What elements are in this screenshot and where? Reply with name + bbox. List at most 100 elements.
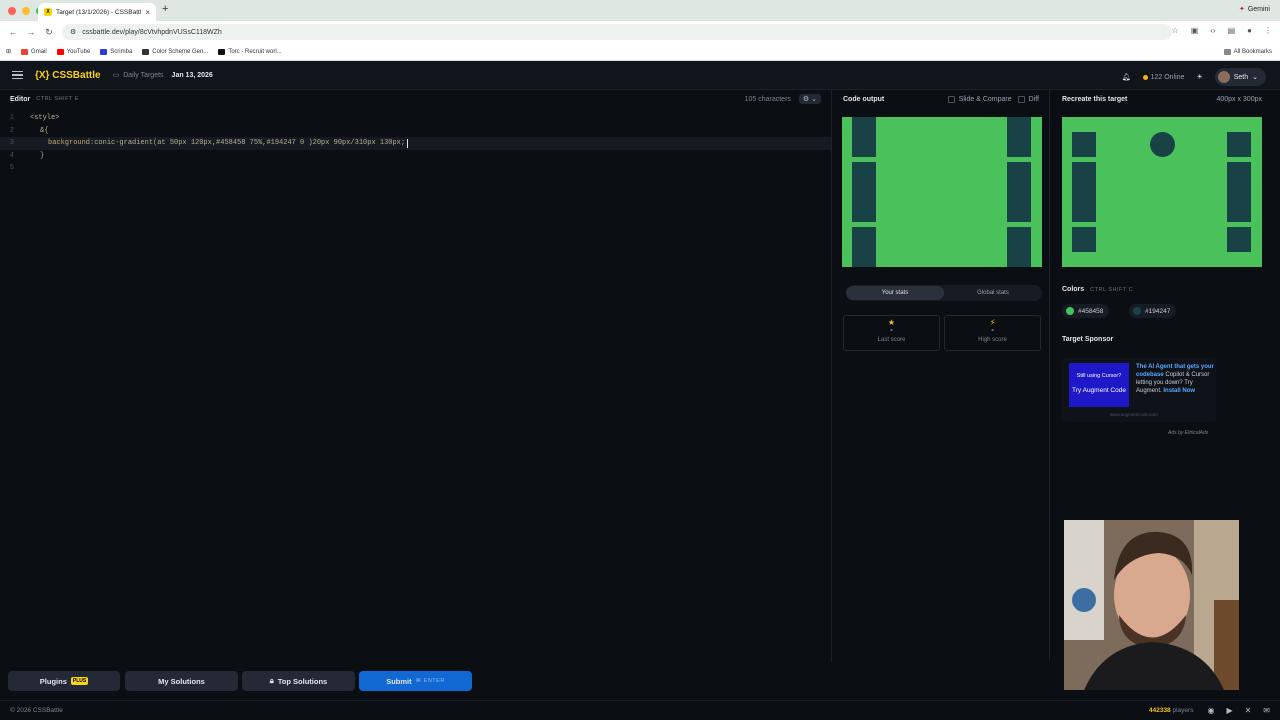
line-number: 1 — [9, 114, 14, 123]
x-icon[interactable]: ✕ — [1245, 706, 1252, 715]
high-score-box: ⚡︎ - High score — [944, 315, 1041, 351]
plugins-button[interactable]: Plugins PLUS — [8, 671, 120, 691]
breadcrumb[interactable]: ▭ Daily Targets — [112, 71, 164, 80]
profile-icon[interactable]: ● — [1247, 26, 1252, 35]
ad-image[interactable]: Still using Cursor? Try Augment Code — [1069, 363, 1129, 407]
enter-label: ENTER — [423, 678, 445, 684]
breadcrumb-daily-targets[interactable]: Daily Targets — [123, 72, 163, 79]
bookmark-scrimba[interactable]: Scrimba — [100, 48, 132, 55]
menu-icon[interactable]: ⋮ — [1264, 26, 1272, 35]
color-swatch-1[interactable]: #458458 — [1062, 304, 1110, 318]
code-line: 5 — [0, 162, 831, 175]
target-bar — [1072, 162, 1096, 222]
checkbox-icon — [947, 95, 955, 103]
code-value: :conic-gradient(at 50px 120px,#458458 75… — [90, 139, 406, 148]
target-header: Recreate this target 400px x 300px — [1051, 90, 1273, 108]
target-dimensions: 400px x 300px — [1216, 95, 1262, 103]
ad-text[interactable]: The AI Agent that gets your codebase Cop… — [1136, 363, 1214, 395]
preview-bar — [1007, 162, 1031, 222]
bookmark-label: Color Scheme Gen... — [152, 48, 209, 55]
close-tab-icon[interactable]: × — [145, 8, 150, 17]
players-number: 442338 — [1148, 707, 1171, 714]
ad-install-link[interactable]: Install Now — [1163, 388, 1195, 394]
discord-icon[interactable]: ◉ — [1207, 706, 1214, 715]
tab-global-stats[interactable]: Global stats — [944, 286, 1042, 300]
editor-panel: Editor CTRL SHIFT E 105 characters ⚙ ⌄ 1… — [0, 90, 832, 662]
sponsor-ad[interactable]: Still using Cursor? Try Augment Code The… — [1062, 358, 1216, 422]
code-text: <style> — [30, 114, 60, 123]
line-number: 5 — [9, 164, 14, 173]
reload-icon[interactable]: ↻ — [40, 27, 58, 38]
bookmark-youtube[interactable]: YouTube — [56, 48, 90, 55]
online-dot-icon — [1142, 74, 1148, 80]
plus-badge: PLUS — [70, 677, 89, 685]
online-count: 122 Online — [1142, 74, 1184, 81]
bookmark-star-icon[interactable]: ☆ — [1172, 26, 1179, 35]
text-cursor — [407, 138, 409, 148]
url-text: cssbattle.dev/play/8cVtvhpdnVUSsC118WZh — [82, 28, 222, 36]
editor-header: Editor CTRL SHIFT E 105 characters ⚙ ⌄ — [0, 90, 831, 108]
top-solutions-button[interactable]: 🔒︎ Top Solutions — [242, 671, 355, 691]
preview-bar — [1007, 117, 1031, 157]
user-name: Seth — [1233, 73, 1249, 81]
code-output-preview[interactable] — [842, 117, 1042, 267]
apps-icon[interactable]: ⊞ — [6, 48, 11, 55]
youtube-icon[interactable]: ▶ — [1226, 706, 1232, 715]
back-icon[interactable]: ← — [4, 27, 22, 37]
sidepanel-icon[interactable]: ▤ — [1228, 26, 1236, 35]
bookmark-torc[interactable]: Torc - Recruit worl... — [218, 48, 282, 55]
my-solutions-button[interactable]: My Solutions — [125, 671, 238, 691]
theme-toggle-sun-icon[interactable]: ☀ — [1196, 73, 1202, 81]
bookmark-label: Torc - Recruit worl... — [228, 48, 282, 55]
lock-icon: 🔒︎ — [269, 676, 274, 685]
menu-hamburger-icon[interactable] — [12, 70, 23, 80]
new-tab-icon[interactable]: + — [162, 3, 168, 15]
color-swatch-2[interactable]: #194247 — [1129, 304, 1177, 318]
target-date: Jan 13, 2026 — [171, 71, 213, 79]
browser-actions: ☆ ▣ ‹› ▤ ● ⋮ — [1172, 26, 1272, 35]
last-score-value: - — [890, 327, 893, 334]
extensions-icon[interactable]: ▣ — [1191, 26, 1199, 35]
color-dot-icon — [1066, 307, 1074, 315]
tab-your-stats[interactable]: Your stats — [846, 286, 944, 300]
close-window-button[interactable] — [8, 6, 16, 15]
user-menu[interactable]: Seth ⌄ — [1214, 68, 1266, 86]
social-links: ◉ ▶ ✕ ✉ — [1207, 706, 1270, 715]
line-number: 3 — [9, 139, 14, 148]
devtools-icon[interactable]: ‹› — [1210, 26, 1215, 35]
forward-icon[interactable]: → — [22, 27, 40, 37]
slide-compare-toggle[interactable]: Slide & Compare — [947, 95, 1012, 103]
plugins-label: Plugins — [39, 676, 67, 686]
avatar — [1217, 71, 1230, 83]
line-number: 2 — [9, 126, 14, 135]
code-area[interactable]: 1 <style> 2 &{ 3 background:conic-gradient(… — [0, 112, 831, 175]
webcam-person-image — [1064, 520, 1239, 690]
bookmark-color-scheme[interactable]: Color Scheme Gen... — [142, 48, 209, 55]
submit-button[interactable]: Submit ⌘ ENTER — [359, 671, 472, 691]
cssbattle-logo[interactable]: {X} CSSBattle — [35, 70, 101, 81]
gemini-button[interactable]: ✦ Gemini — [1238, 5, 1270, 14]
editor-shortcut: CTRL SHIFT E — [36, 96, 79, 102]
diff-toggle[interactable]: Diff — [1017, 95, 1039, 103]
site-info-icon[interactable]: ⚙ — [70, 28, 76, 36]
calendar-icon: ▭ — [112, 72, 120, 79]
slide-compare-label: Slide & Compare — [958, 95, 1012, 103]
target-image[interactable] — [1062, 117, 1262, 267]
sponsor-heading: Target Sponsor — [1062, 336, 1114, 343]
bookmark-gmail[interactable]: Gmail — [21, 48, 47, 55]
minimize-window-button[interactable] — [22, 6, 30, 15]
code-property: background — [48, 139, 91, 148]
browser-tab[interactable]: X Target (13/1/2026) - CSSBattl × — [38, 3, 156, 21]
notification-bell-icon[interactable]: 🔔︎ — [1122, 73, 1131, 81]
editor-settings-gear-icon[interactable]: ⚙ ⌄ — [798, 94, 821, 104]
checkbox-icon — [1017, 95, 1025, 103]
ads-by-ethicalads[interactable]: Ads by EthicalAds — [1168, 430, 1208, 436]
ad-image-line: Still using Cursor? — [1076, 373, 1122, 379]
target-bar — [1227, 162, 1251, 222]
gemini-icon: ✦ — [1238, 6, 1245, 13]
high-score-value: - — [991, 327, 994, 334]
all-bookmarks[interactable]: All Bookmarks — [1223, 48, 1272, 55]
url-field[interactable]: ⚙ cssbattle.dev/play/8cVtvhpdnVUSsC118WZ… — [62, 24, 1172, 40]
email-icon[interactable]: ✉ — [1263, 706, 1270, 715]
editor-title: Editor — [10, 95, 31, 103]
